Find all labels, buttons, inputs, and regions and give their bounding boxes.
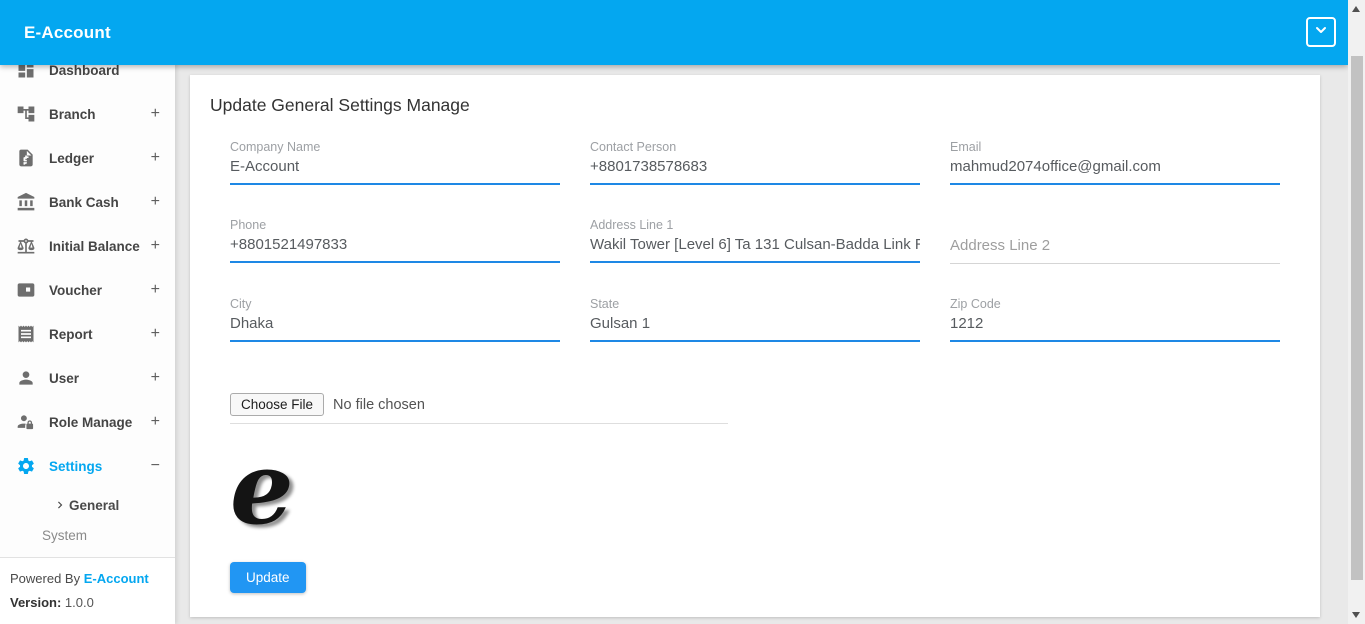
sidebar-footer: Powered By E-Account Version: 1.0.0 — [0, 557, 175, 624]
sidebar-item-ledger[interactable]: Ledger + — [0, 136, 175, 180]
expand-plus-sign[interactable]: + — [151, 106, 160, 122]
sidebar-nav: Dashboard Branch + Ledger + Bank Cash + — [0, 0, 175, 550]
role-lock-icon — [16, 412, 36, 432]
address-line-2-field — [950, 218, 1280, 264]
address-line-1-field: Address Line 1 — [590, 218, 920, 264]
phone-field: Phone — [230, 218, 560, 264]
powered-by-text: Powered By — [10, 571, 80, 586]
logo-file-field: Choose File No file chosen — [230, 393, 728, 424]
contact-person-label: Contact Person — [590, 140, 920, 154]
submenu-item-general[interactable]: General — [0, 490, 175, 520]
chevron-down-icon — [1313, 22, 1329, 43]
app-header: E-Account — [0, 0, 1348, 65]
user-icon — [16, 368, 36, 388]
sidebar-item-label: Branch — [49, 107, 96, 122]
chevron-right-icon — [53, 498, 67, 512]
powered-by-line: Powered By E-Account — [10, 571, 165, 586]
zip-code-input[interactable] — [950, 313, 1280, 342]
state-label: State — [590, 297, 920, 311]
sidebar-item-user[interactable]: User + — [0, 356, 175, 400]
sidebar-item-bank-cash[interactable]: Bank Cash + — [0, 180, 175, 224]
expand-plus-sign[interactable]: + — [151, 150, 160, 166]
report-receipt-icon — [16, 324, 36, 344]
version-value: 1.0.0 — [65, 595, 94, 610]
email-label: Email — [950, 140, 1280, 154]
header-collapse-button[interactable] — [1306, 17, 1336, 47]
app-title: E-Account — [24, 23, 111, 43]
expand-plus-sign[interactable]: + — [151, 370, 160, 386]
sidebar-item-label: Ledger — [49, 151, 94, 166]
bank-icon — [16, 192, 36, 212]
sidebar-item-label: Voucher — [49, 283, 102, 298]
sidebar-item-label: Settings — [49, 459, 102, 474]
sidebar-item-report[interactable]: Report + — [0, 312, 175, 356]
company-name-label: Company Name — [230, 140, 560, 154]
scrollbar-thumb[interactable] — [1351, 56, 1363, 580]
submenu-item-label: General — [69, 498, 119, 513]
choose-file-button[interactable]: Choose File — [230, 393, 324, 416]
state-input[interactable] — [590, 313, 920, 342]
city-field: City — [230, 297, 560, 342]
submenu-item-label: System — [42, 528, 87, 543]
zip-code-label: Zip Code — [950, 297, 1280, 311]
sidebar-item-branch[interactable]: Branch + — [0, 92, 175, 136]
general-settings-form: Company Name Contact Person Email Phone … — [230, 140, 1280, 342]
company-logo-image: e — [230, 468, 294, 508]
powered-by-brand-link[interactable]: E-Account — [84, 571, 149, 586]
submenu-item-system[interactable]: System — [0, 520, 175, 550]
balance-scale-icon — [16, 236, 36, 256]
settings-form-card: Update General Settings Manage Company N… — [190, 75, 1320, 617]
company-name-field: Company Name — [230, 140, 560, 185]
sidebar-item-label: Report — [49, 327, 93, 342]
scrollbar-down-arrow-icon[interactable] — [1352, 612, 1360, 618]
settings-submenu: General System — [0, 490, 175, 550]
city-label: City — [230, 297, 560, 311]
address-line-1-input[interactable] — [590, 234, 920, 263]
sidebar-item-role-manage[interactable]: Role Manage + — [0, 400, 175, 444]
zip-code-field: Zip Code — [950, 297, 1280, 342]
company-name-input[interactable] — [230, 156, 560, 185]
sidebar-item-voucher[interactable]: Voucher + — [0, 268, 175, 312]
sidebar-item-label: Bank Cash — [49, 195, 119, 210]
state-field: State — [590, 297, 920, 342]
sidebar-item-label: Role Manage — [49, 415, 132, 430]
page-scrollbar[interactable] — [1348, 0, 1365, 624]
city-input[interactable] — [230, 313, 560, 342]
update-button[interactable]: Update — [230, 562, 306, 593]
contact-person-input[interactable] — [590, 156, 920, 185]
sidebar-item-label: User — [49, 371, 79, 386]
expand-plus-sign[interactable]: + — [151, 414, 160, 430]
file-chosen-status: No file chosen — [333, 397, 425, 413]
page-title: Update General Settings Manage — [210, 95, 1300, 116]
collapse-minus-sign[interactable]: − — [151, 458, 160, 474]
sidebar-item-initial-balance[interactable]: Initial Balance + — [0, 224, 175, 268]
branch-tree-icon — [16, 104, 36, 124]
sidebar-item-label: Initial Balance — [49, 239, 140, 254]
phone-label: Phone — [230, 218, 560, 232]
voucher-icon — [16, 280, 36, 300]
expand-plus-sign[interactable]: + — [151, 238, 160, 254]
expand-plus-sign[interactable]: + — [151, 194, 160, 210]
phone-input[interactable] — [230, 234, 560, 263]
address-line-1-label: Address Line 1 — [590, 218, 920, 232]
version-label: Version: — [10, 595, 61, 610]
address-line-2-input[interactable] — [950, 235, 1280, 264]
sidebar-item-settings[interactable]: Settings − — [0, 444, 175, 488]
ledger-icon — [16, 148, 36, 168]
contact-person-field: Contact Person — [590, 140, 920, 185]
sidebar: Dashboard Branch + Ledger + Bank Cash + — [0, 0, 175, 624]
expand-plus-sign[interactable]: + — [151, 282, 160, 298]
settings-gear-icon — [16, 456, 36, 476]
company-logo-preview: e — [230, 454, 1280, 516]
version-line: Version: 1.0.0 — [10, 595, 165, 610]
email-field: Email — [950, 140, 1280, 185]
expand-plus-sign[interactable]: + — [151, 326, 160, 342]
sidebar-spacer — [0, 550, 175, 557]
scrollbar-up-arrow-icon[interactable] — [1352, 6, 1360, 12]
email-input[interactable] — [950, 156, 1280, 185]
